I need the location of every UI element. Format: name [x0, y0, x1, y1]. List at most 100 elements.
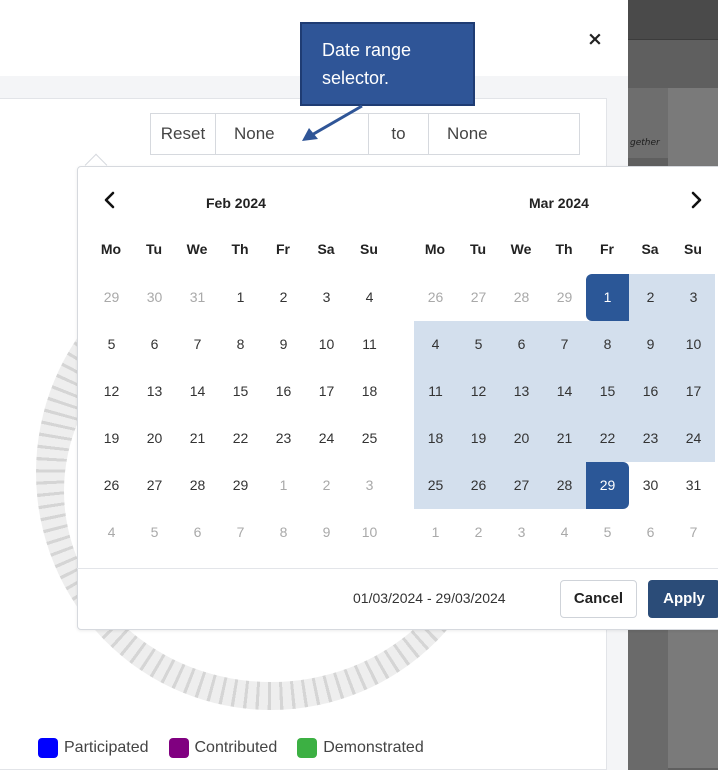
- calendar-day[interactable]: 5: [90, 321, 133, 368]
- calendar-day[interactable]: 5: [457, 321, 500, 368]
- calendar-day[interactable]: 22: [219, 415, 262, 462]
- calendar-day[interactable]: 1: [414, 509, 457, 556]
- calendar-day[interactable]: 18: [414, 415, 457, 462]
- calendar-day[interactable]: 4: [414, 321, 457, 368]
- calendar-day[interactable]: 21: [543, 415, 586, 462]
- calendar-day[interactable]: 29: [586, 462, 629, 509]
- calendar-day[interactable]: 29: [543, 274, 586, 321]
- calendar-day[interactable]: 2: [305, 462, 348, 509]
- calendar-day[interactable]: 4: [543, 509, 586, 556]
- calendar-day[interactable]: 10: [305, 321, 348, 368]
- calendar-day[interactable]: 1: [586, 274, 629, 321]
- calendar-day[interactable]: 12: [457, 368, 500, 415]
- calendar-day[interactable]: 2: [457, 509, 500, 556]
- calendar-day[interactable]: 13: [133, 368, 176, 415]
- calendar-day[interactable]: 29: [90, 274, 133, 321]
- calendar-day[interactable]: 18: [348, 368, 391, 415]
- calendar-day[interactable]: 21: [176, 415, 219, 462]
- calendar-day[interactable]: 15: [586, 368, 629, 415]
- calendar-day[interactable]: 14: [543, 368, 586, 415]
- calendar-day[interactable]: 23: [262, 415, 305, 462]
- calendar-day[interactable]: 6: [629, 509, 672, 556]
- calendar-day[interactable]: 3: [305, 274, 348, 321]
- calendar-day[interactable]: 28: [176, 462, 219, 509]
- calendar-day[interactable]: 20: [500, 415, 543, 462]
- weekday-header-we: We: [186, 241, 208, 257]
- calendar-day[interactable]: 11: [414, 368, 457, 415]
- calendar-day[interactable]: 17: [672, 368, 715, 415]
- calendar-day[interactable]: 19: [457, 415, 500, 462]
- calendar-day[interactable]: 27: [500, 462, 543, 509]
- popover-divider: [77, 568, 718, 569]
- calendar-day[interactable]: 17: [305, 368, 348, 415]
- chevron-right-icon[interactable]: [690, 190, 704, 215]
- calendar-day[interactable]: 10: [672, 321, 715, 368]
- calendar-day[interactable]: 2: [262, 274, 305, 321]
- calendar-day[interactable]: 28: [500, 274, 543, 321]
- calendar-day[interactable]: 24: [672, 415, 715, 462]
- calendar-day[interactable]: 29: [219, 462, 262, 509]
- calendar-day[interactable]: 11: [348, 321, 391, 368]
- calendar-day[interactable]: 24: [305, 415, 348, 462]
- calendar-day[interactable]: 30: [133, 274, 176, 321]
- calendar-day[interactable]: 7: [543, 321, 586, 368]
- weekday-header-fr: Fr: [600, 241, 614, 257]
- calendar-day[interactable]: 10: [348, 509, 391, 556]
- calendar-day[interactable]: 30: [629, 462, 672, 509]
- calendar-day[interactable]: 27: [457, 274, 500, 321]
- calendar-day[interactable]: 3: [348, 462, 391, 509]
- background-card-text: gether: [630, 138, 660, 148]
- cancel-button[interactable]: Cancel: [560, 580, 637, 618]
- calendar-day[interactable]: 27: [133, 462, 176, 509]
- calendar-day[interactable]: 7: [219, 509, 262, 556]
- calendar-day[interactable]: 5: [586, 509, 629, 556]
- calendar-day[interactable]: 19: [90, 415, 133, 462]
- calendar-day[interactable]: 20: [133, 415, 176, 462]
- calendar-day[interactable]: 3: [500, 509, 543, 556]
- calendar-day[interactable]: 3: [672, 274, 715, 321]
- calendar-day[interactable]: 16: [629, 368, 672, 415]
- calendar-day[interactable]: 26: [414, 274, 457, 321]
- calendar-day[interactable]: 15: [219, 368, 262, 415]
- calendar-day[interactable]: 12: [90, 368, 133, 415]
- reset-button[interactable]: Reset: [151, 114, 216, 154]
- calendar-day[interactable]: 4: [90, 509, 133, 556]
- calendar-day[interactable]: 7: [176, 321, 219, 368]
- calendar-day[interactable]: 26: [90, 462, 133, 509]
- legend-item-participated: Participated: [38, 738, 149, 758]
- calendar-day[interactable]: 28: [543, 462, 586, 509]
- calendar-day[interactable]: 23: [629, 415, 672, 462]
- calendar-day[interactable]: 14: [176, 368, 219, 415]
- calendar-day[interactable]: 1: [262, 462, 305, 509]
- calendar-day[interactable]: 8: [262, 509, 305, 556]
- legend-label-demonstrated: Demonstrated: [323, 739, 424, 756]
- legend-swatch-participated: [38, 738, 58, 758]
- calendar-day[interactable]: 25: [414, 462, 457, 509]
- calendar-day[interactable]: 6: [500, 321, 543, 368]
- calendar-day[interactable]: 31: [176, 274, 219, 321]
- calendar-day[interactable]: 9: [262, 321, 305, 368]
- calendar-day[interactable]: 13: [500, 368, 543, 415]
- calendar-day[interactable]: 8: [586, 321, 629, 368]
- close-button[interactable]: ×: [584, 28, 606, 50]
- calendar-day[interactable]: 4: [348, 274, 391, 321]
- calendar-day[interactable]: 9: [629, 321, 672, 368]
- chevron-left-icon[interactable]: [102, 190, 116, 215]
- calendar-day[interactable]: 6: [133, 321, 176, 368]
- calendar-day[interactable]: 1: [219, 274, 262, 321]
- month-title-mar: Mar 2024: [529, 195, 589, 211]
- calendar-day[interactable]: 2: [629, 274, 672, 321]
- calendar-day[interactable]: 5: [133, 509, 176, 556]
- calendar-day[interactable]: 25: [348, 415, 391, 462]
- calendar-day[interactable]: 26: [457, 462, 500, 509]
- weekday-header-su: Su: [684, 241, 702, 257]
- calendar-day[interactable]: 16: [262, 368, 305, 415]
- calendar-day[interactable]: 8: [219, 321, 262, 368]
- calendar-day[interactable]: 22: [586, 415, 629, 462]
- calendar-day[interactable]: 6: [176, 509, 219, 556]
- calendar-day[interactable]: 31: [672, 462, 715, 509]
- end-date-field[interactable]: None: [429, 114, 579, 154]
- calendar-day[interactable]: 9: [305, 509, 348, 556]
- calendar-day[interactable]: 7: [672, 509, 715, 556]
- apply-button[interactable]: Apply: [648, 580, 718, 618]
